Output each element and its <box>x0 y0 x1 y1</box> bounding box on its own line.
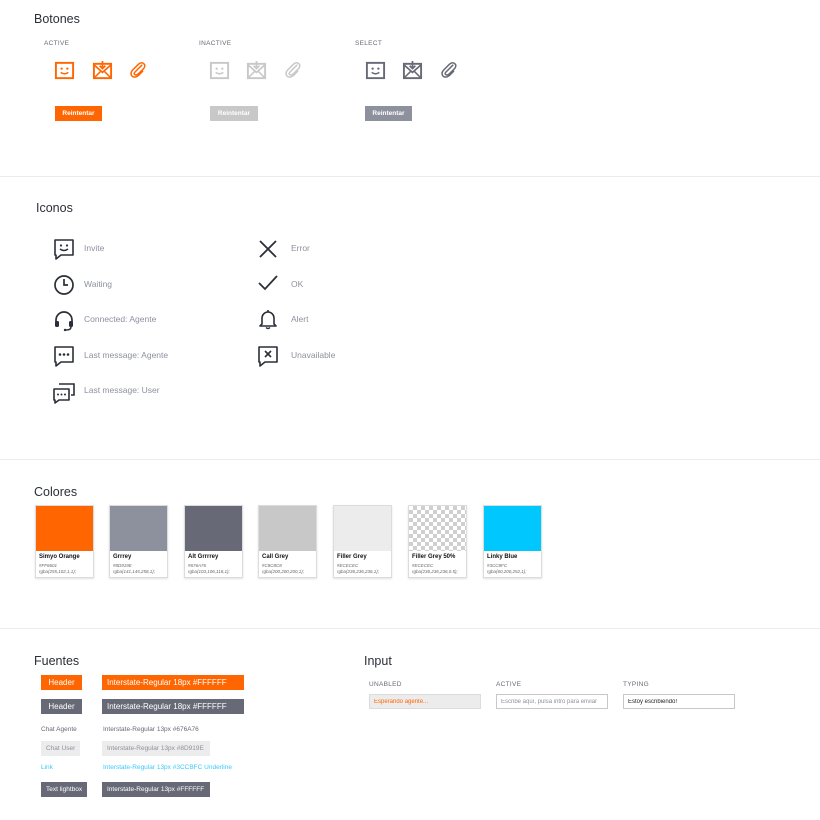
swatch-name: Filler Grey <box>337 554 367 560</box>
swatch-rgba: rgba(103,106,118,1); <box>188 569 230 574</box>
chat-dots-icon <box>53 345 75 367</box>
swatch-name: Call Grey <box>262 554 289 560</box>
clip-icon-inactive <box>283 60 302 79</box>
icon-label-invite: Invite <box>84 243 105 253</box>
clock-icon <box>53 274 75 296</box>
bell-icon <box>257 308 279 330</box>
font-spec-chat-agente: Interstate-Regular 13px #676A76 <box>103 726 199 733</box>
swatch-hex: #FF6601 <box>39 563 58 568</box>
group-label-inactive: INACTIVE <box>199 40 232 47</box>
reintentar-button-active[interactable]: Reintentar <box>55 106 102 121</box>
swatch-name: Grrrey <box>113 554 132 560</box>
color-swatch-grrrey: Grrrey #8D919E rgba(141,145,258,1); <box>109 505 168 578</box>
font-spec-link: Interstate-Regular 13px #3CCBFC Underlin… <box>103 764 232 771</box>
swatch-hex: #3CC8FC <box>487 563 508 568</box>
swatch-name: Simyo Orange <box>39 554 80 560</box>
font-spec-chat-user: Interstate-Regular 13px #8D919E <box>102 741 210 756</box>
color-swatch-linky-blue: Linky Blue #3CC8FC rgba(60,200,252,1); <box>483 505 542 578</box>
section-title-fuentes: Fuentes <box>34 654 80 668</box>
section-title-colores: Colores <box>34 485 78 499</box>
swatch-rgba: rgba(200,200,200,1); <box>262 569 305 574</box>
swatch-name: Linky Blue <box>487 554 518 560</box>
icon-label-last-message-user: Last message: User <box>84 385 160 395</box>
section-divider <box>0 459 820 460</box>
headset-icon <box>53 310 75 332</box>
color-swatch-filler-grey-50: Filler Grey 50% #ECECEC rgba(236,236,236… <box>408 505 467 578</box>
section-title-input: Input <box>364 654 392 668</box>
font-sample-text-lightbox: Text lightbox <box>41 782 88 797</box>
group-label-select: SELECT <box>355 40 383 47</box>
swatch-name: Filler Grey 50% <box>412 554 456 560</box>
swatch-fill <box>334 506 391 551</box>
swatch-fill <box>36 506 93 551</box>
icon-label-last-message-agente: Last message: Agente <box>84 350 169 360</box>
font-sample-chat-agente: Chat Agente <box>41 726 77 733</box>
swatch-fill <box>484 506 541 551</box>
swatch-fill <box>185 506 242 551</box>
invite-icon-select[interactable] <box>365 60 386 81</box>
check-icon <box>257 272 279 294</box>
swatch-fill <box>409 506 466 551</box>
swatch-rgba: rgba(236,236,236,0.5); <box>412 569 458 574</box>
swatch-rgba: rgba(236,236,236,1); <box>337 569 380 574</box>
font-spec-header-grey: Interstate-Regular 18px #FFFFFF <box>102 699 244 714</box>
font-spec-text-lightbox: Interstate-Regular 13px #FFFFFF <box>102 782 210 797</box>
color-swatch-simyo-orange: Simyo Orange #FF6601 rgba(255,102,1,1); <box>35 505 94 578</box>
swatch-name: Alt Grrrrey <box>188 554 219 560</box>
icon-label-connected-agente: Connected: Agente <box>84 314 157 324</box>
unavailable-icon <box>257 345 279 367</box>
swatch-rgba: rgba(60,200,252,1); <box>487 569 527 574</box>
invite-icon-inactive <box>209 60 230 81</box>
input-label-unabled: UNABLED <box>369 681 402 688</box>
swatch-hex: #ECECEC <box>337 563 359 568</box>
swatch-hex: #8D919E <box>113 563 132 568</box>
swatch-rgba: rgba(255,102,1,1); <box>39 569 77 574</box>
icon-label-alert: Alert <box>291 314 309 324</box>
mail-icon-select[interactable] <box>402 60 423 81</box>
close-icon <box>257 238 279 260</box>
reintentar-button-inactive: Reintentar <box>210 106 258 121</box>
mail-icon-inactive <box>246 60 267 81</box>
chat-input-active[interactable] <box>496 694 608 709</box>
color-swatch-call-grey: Call Grey #C8C8C8 rgba(200,200,200,1); <box>258 505 317 578</box>
color-swatch-filler-grey: Filler Grey #ECECEC rgba(236,236,236,1); <box>333 505 392 578</box>
color-swatch-alt-grrrrey: Alt Grrrrey #676A76 rgba(103,106,118,1); <box>184 505 243 578</box>
input-label-active: ACTIVE <box>496 681 522 688</box>
swatch-fill <box>259 506 316 551</box>
section-divider <box>0 176 820 177</box>
font-sample-header-grey: Header <box>41 699 82 714</box>
invite-icon[interactable] <box>54 60 75 81</box>
font-sample-header-orange: Header <box>41 675 82 690</box>
font-spec-header-orange: Interstate-Regular 18px #FFFFFF <box>102 675 244 690</box>
swatch-rgba: rgba(141,145,258,1); <box>113 569 156 574</box>
group-label-active: ACTIVE <box>44 40 70 47</box>
icon-label-error: Error <box>291 243 310 253</box>
swatch-hex: #ECECEC <box>412 563 434 568</box>
icon-label-ok: OK <box>291 279 304 289</box>
swatch-hex: #C8C8C8 <box>262 563 282 568</box>
font-sample-link[interactable]: Link <box>36 760 58 775</box>
swatch-fill <box>110 506 167 551</box>
chat-bubbles-icon <box>53 382 75 404</box>
font-sample-chat-user: Chat User <box>41 741 81 756</box>
icon-label-unavailable: Unavailable <box>291 350 336 360</box>
invite-icon <box>53 238 75 260</box>
clip-icon[interactable] <box>128 60 147 79</box>
section-title-iconos: Iconos <box>36 201 73 215</box>
chat-input-unabled <box>369 694 481 709</box>
reintentar-button-select[interactable]: Reintentar <box>365 106 412 121</box>
icon-label-waiting: Waiting <box>84 279 113 289</box>
mail-icon[interactable] <box>92 60 113 81</box>
chat-input-typing[interactable] <box>623 694 735 709</box>
input-label-typing: TYPING <box>623 681 649 688</box>
clip-icon-select[interactable] <box>439 60 458 79</box>
section-divider <box>0 628 820 629</box>
section-title-botones: Botones <box>34 12 80 26</box>
swatch-hex: #676A76 <box>188 563 207 568</box>
